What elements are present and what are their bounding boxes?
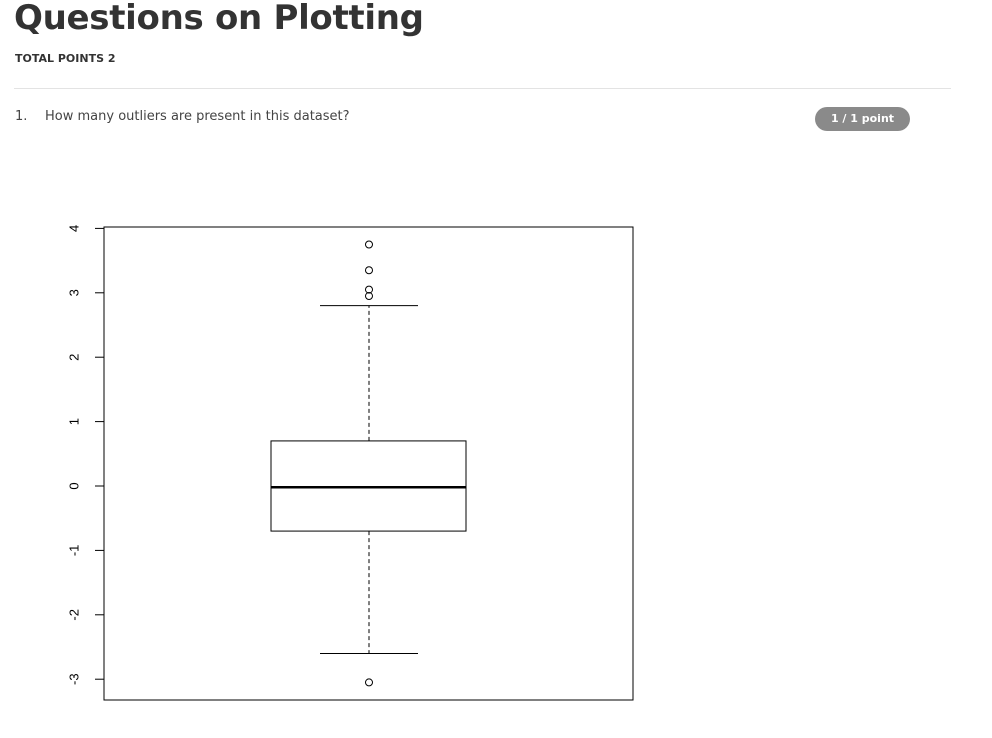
iqr-box <box>270 440 467 532</box>
y-tick-label: -2 <box>66 609 81 621</box>
outlier-point <box>365 266 373 275</box>
outlier-point <box>365 678 373 687</box>
y-tick-label: 1 <box>66 418 81 425</box>
y-tick-label: 4 <box>66 225 81 232</box>
boxplot-chart: -3 -2 -1 0 1 2 3 4 <box>66 225 634 701</box>
y-tick-label: -3 <box>66 673 81 685</box>
outlier-point <box>365 240 373 249</box>
y-tick-label: 3 <box>66 289 81 296</box>
y-tick-label: 0 <box>66 482 81 489</box>
y-tick-label: -1 <box>66 545 81 557</box>
y-tick-label: 2 <box>66 354 81 361</box>
